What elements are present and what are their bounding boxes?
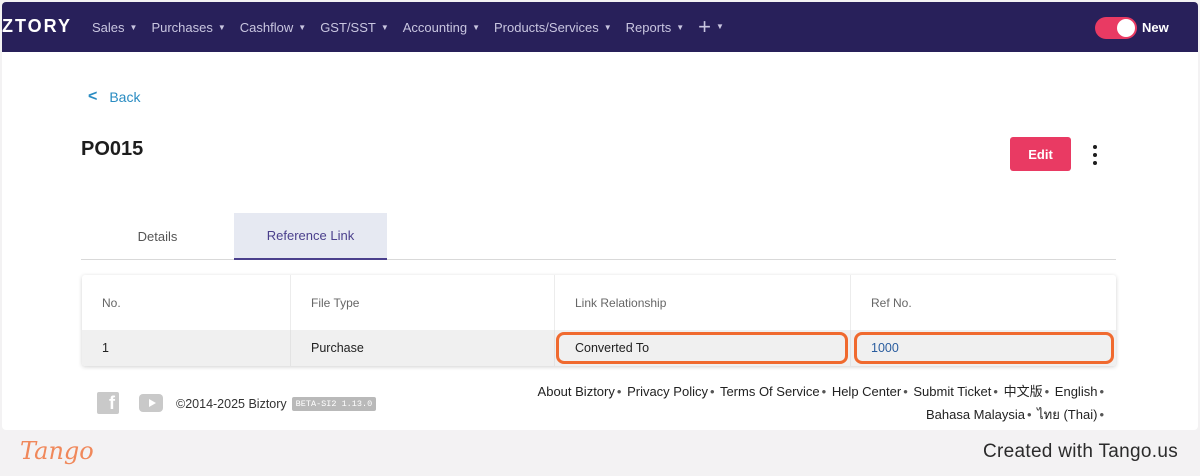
- footer-link-malay[interactable]: Bahasa Malaysia: [926, 407, 1025, 422]
- menu-cashflow[interactable]: Cashflow ▼: [240, 20, 306, 35]
- copyright-text: ©2014-2025 Biztory: [176, 397, 287, 411]
- tango-logo: Tango: [20, 437, 94, 465]
- menu-sales[interactable]: Sales ▼: [92, 20, 137, 35]
- tab-details[interactable]: Details: [81, 213, 234, 259]
- cell-no: 1: [82, 330, 291, 366]
- menu-accounting[interactable]: Accounting ▼: [403, 20, 480, 35]
- new-ui-toggle[interactable]: [1095, 17, 1137, 39]
- edit-button[interactable]: Edit: [1010, 137, 1071, 171]
- chevron-down-icon: ▼: [217, 22, 226, 32]
- chevron-down-icon: ▼: [676, 22, 685, 32]
- footer-link-privacy[interactable]: Privacy Policy: [627, 384, 708, 399]
- menu-products-services[interactable]: Products/Services ▼: [494, 20, 612, 35]
- top-navbar: ZTORY Sales ▼ Purchases ▼ Cashflow ▼ GST/SS…: [2, 2, 1198, 52]
- chevron-down-icon: ▼: [472, 22, 480, 32]
- menu-purchases[interactable]: Purchases ▼: [151, 20, 225, 35]
- toggle-knob: [1117, 19, 1135, 37]
- footer-link-english[interactable]: English: [1055, 384, 1098, 399]
- column-header-no: No.: [82, 275, 291, 330]
- main-menu: Sales ▼ Purchases ▼ Cashflow ▼ GST/SST ▼ Acc…: [92, 2, 738, 52]
- toggle-label: New: [1142, 20, 1169, 35]
- chevron-left-icon: <: [88, 88, 98, 105]
- chevron-down-icon: ▼: [715, 22, 724, 31]
- footer-link-about[interactable]: About Biztory: [538, 384, 615, 399]
- menu-add[interactable]: + ▼: [698, 16, 724, 38]
- chevron-down-icon: ▼: [380, 22, 389, 32]
- menu-label: Products/Services: [493, 19, 599, 35]
- column-header-file-type: File Type: [291, 275, 555, 330]
- menu-gst-sst[interactable]: GST/SST ▼: [320, 20, 389, 35]
- menu-label: Accounting: [402, 19, 468, 35]
- more-options-icon[interactable]: [1088, 145, 1102, 165]
- footer-link-terms[interactable]: Terms Of Service: [720, 384, 820, 399]
- youtube-icon[interactable]: [139, 394, 163, 412]
- tango-credit: Created with Tango.us: [982, 441, 1178, 462]
- footer-link-thai[interactable]: ไทย (Thai): [1037, 407, 1097, 422]
- page-title: PO015: [81, 138, 144, 160]
- table-header-row: No. File Type Link Relationship Ref No.: [82, 275, 1116, 330]
- app-window: ZTORY Sales ▼ Purchases ▼ Cashflow ▼ GST/SS…: [2, 2, 1198, 430]
- app-logo[interactable]: ZTORY: [2, 16, 72, 37]
- menu-label: Reports: [625, 19, 672, 35]
- tab-reference-link[interactable]: Reference Link: [234, 213, 387, 260]
- cell-file-type: Purchase: [291, 330, 555, 366]
- facebook-icon[interactable]: f: [97, 392, 119, 414]
- copyright: ©2014-2025 Biztory BETA-SI2 1.13.0: [176, 397, 377, 411]
- chevron-down-icon: ▼: [603, 22, 612, 32]
- plus-icon: +: [698, 14, 711, 39]
- menu-label: Purchases: [151, 19, 213, 35]
- footer-link-ticket[interactable]: Submit Ticket: [913, 384, 991, 399]
- column-header-link-relationship: Link Relationship: [555, 275, 851, 330]
- tab-bar: Details Reference Link: [81, 213, 1116, 260]
- version-badge: BETA-SI2 1.13.0: [291, 397, 377, 411]
- footer-links: About Biztory • Privacy Policy • Terms Of …: [537, 384, 1104, 422]
- footer-link-chinese[interactable]: 中文版: [1004, 384, 1043, 399]
- menu-label: Sales: [92, 19, 125, 35]
- footer-link-help[interactable]: Help Center: [832, 384, 901, 399]
- highlight-ref-no: [854, 332, 1114, 364]
- back-link[interactable]: < Back: [88, 88, 140, 106]
- menu-reports[interactable]: Reports ▼: [626, 20, 684, 35]
- highlight-link-relationship: [556, 332, 848, 364]
- chevron-down-icon: ▼: [129, 22, 138, 32]
- chevron-down-icon: ▼: [298, 22, 307, 32]
- column-header-ref-no: Ref No.: [871, 295, 912, 310]
- back-label: Back: [109, 89, 141, 105]
- menu-label: GST/SST: [320, 19, 376, 35]
- menu-label: Cashflow: [239, 19, 294, 35]
